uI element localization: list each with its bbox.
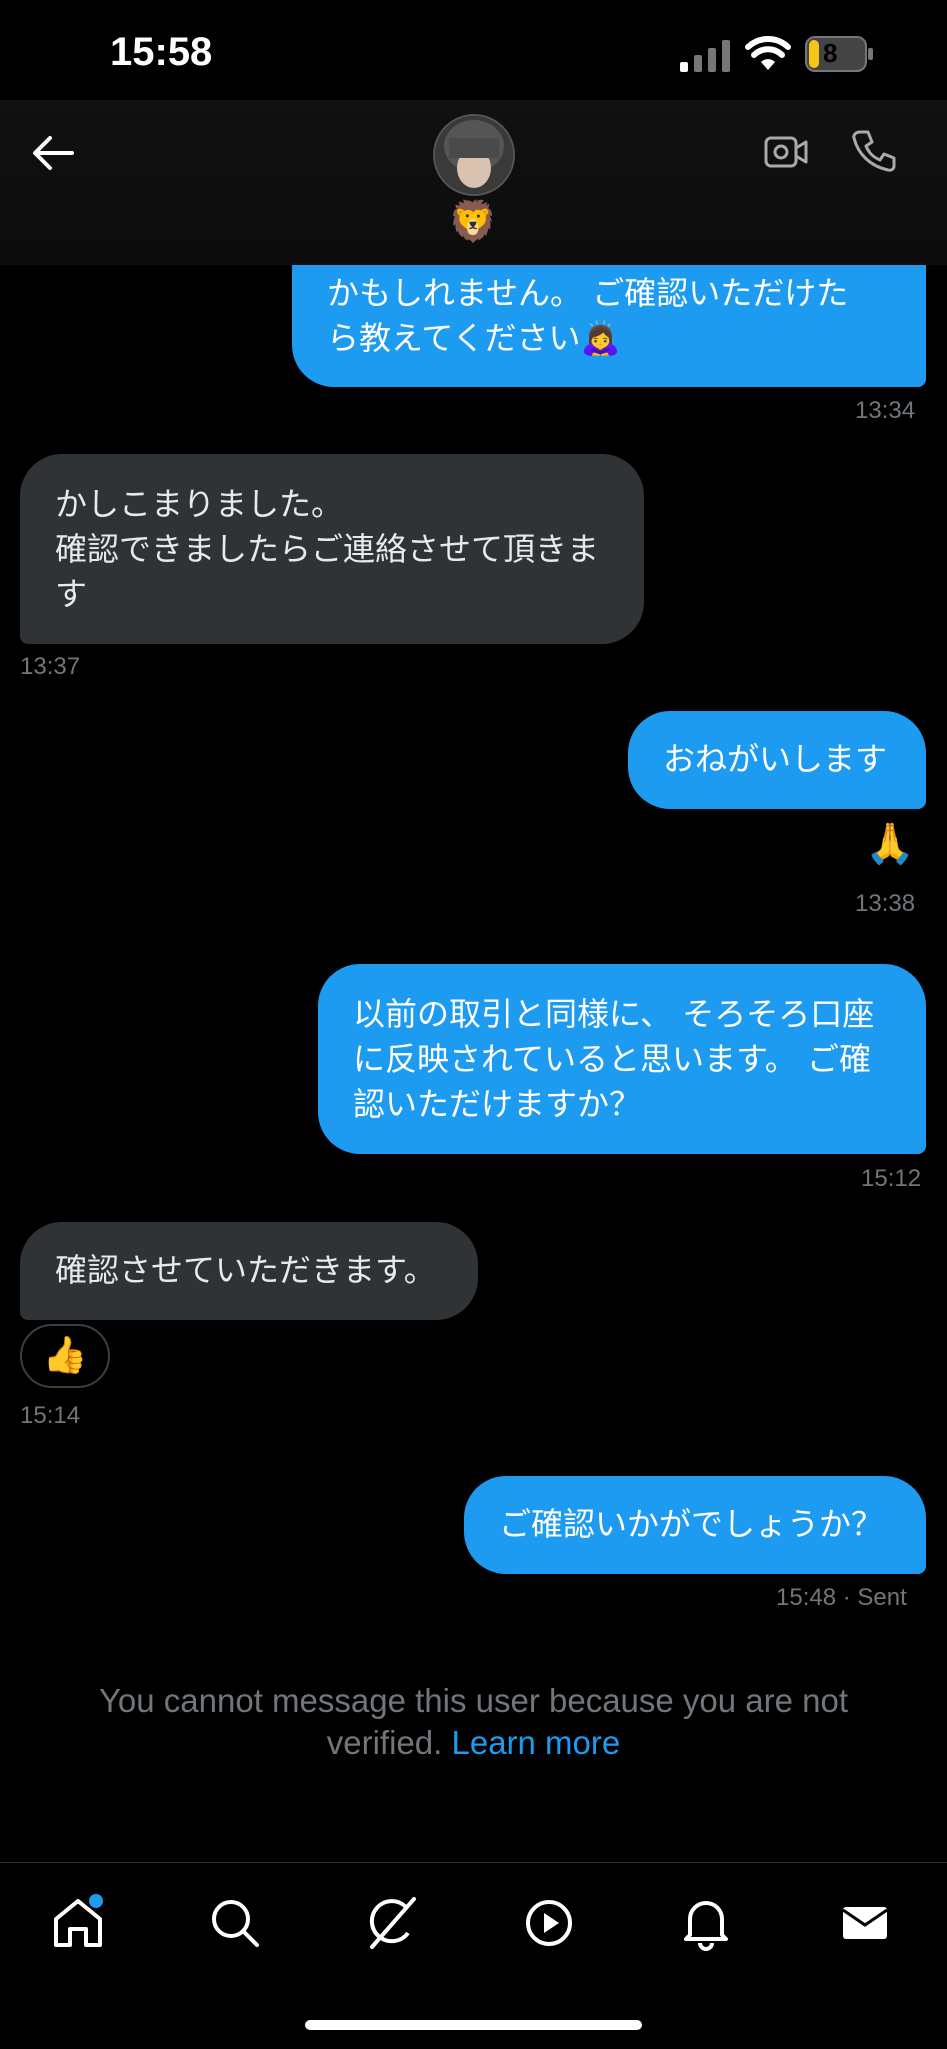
message-text: 確認させていただきます。 bbox=[55, 1251, 436, 1289]
message-text: ら教えてください🙇‍♀️ bbox=[327, 319, 621, 357]
message-text: す bbox=[55, 575, 88, 613]
status-time: 15:58 bbox=[110, 30, 213, 74]
status-bar: 15:58 8 bbox=[0, 0, 947, 110]
search-icon[interactable] bbox=[205, 1893, 265, 1953]
messages-icon[interactable] bbox=[835, 1893, 895, 1953]
message-bubble-outgoing[interactable]: かもしれません。 ご確認いただけた ら教えてください🙇‍♀️ bbox=[292, 265, 926, 387]
message-bubble-incoming[interactable]: かしこまりました。 確認できましたらご連絡させて頂きま す bbox=[20, 454, 644, 644]
message-status: · Sent bbox=[842, 1584, 907, 1611]
cannot-message-notice: You cannot message this user because you… bbox=[40, 1680, 907, 1764]
message-text: 以前の取引と同様に、 そろそろ口座 bbox=[353, 995, 875, 1033]
wifi-icon bbox=[745, 36, 791, 70]
learn-more-link[interactable]: Learn more bbox=[451, 1724, 620, 1761]
message-timestamp: 13:37 bbox=[20, 653, 81, 680]
message-timestamp: 15:12 bbox=[861, 1165, 922, 1192]
contact-badge-emoji: 🦁 bbox=[448, 199, 498, 245]
message-bubble-outgoing[interactable]: ご確認いかがでしょうか？ bbox=[464, 1476, 926, 1574]
message-text: かしこまりました。 bbox=[55, 485, 344, 523]
message-text: に反映されていると思います。 ご確 bbox=[353, 1040, 872, 1078]
message-text: かもしれません。 ご確認いただけた bbox=[327, 274, 849, 312]
home-icon[interactable] bbox=[48, 1893, 108, 1953]
message-bubble-outgoing[interactable]: おねがいします bbox=[628, 711, 926, 809]
message-timestamp: 15:48 · Sent bbox=[776, 1584, 907, 1612]
conversation-header: 🦁 bbox=[0, 100, 947, 265]
message-reaction[interactable]: 🙏 bbox=[865, 820, 915, 867]
battery-level: 8 bbox=[823, 38, 838, 68]
video-call-icon[interactable] bbox=[762, 128, 810, 176]
grok-icon[interactable] bbox=[362, 1893, 422, 1953]
home-indicator[interactable] bbox=[305, 2020, 642, 2030]
message-timestamp: 13:34 bbox=[855, 397, 916, 424]
message-timestamp: 15:14 bbox=[20, 1402, 81, 1429]
thumbs-up-icon: 👍 bbox=[42, 1335, 88, 1376]
message-text: ご確認いかがでしょうか？ bbox=[499, 1505, 884, 1543]
notifications-icon[interactable] bbox=[676, 1893, 736, 1953]
message-text: 確認できましたらご連絡させて頂きま bbox=[55, 530, 600, 568]
message-text: 認いただけますか？ bbox=[353, 1085, 642, 1123]
contact-avatar[interactable] bbox=[433, 114, 515, 196]
message-timestamp: 13:38 bbox=[855, 890, 916, 917]
video-icon[interactable] bbox=[519, 1893, 579, 1953]
message-text: おねがいします bbox=[663, 740, 888, 778]
battery-icon: 8 bbox=[805, 36, 875, 72]
message-time: 15:48 bbox=[776, 1584, 837, 1611]
message-reaction[interactable]: 👍 bbox=[20, 1324, 110, 1388]
message-bubble-outgoing[interactable]: 以前の取引と同様に、 そろそろ口座 に反映されていると思います。 ご確 認いただ… bbox=[318, 964, 926, 1154]
cellular-signal-icon bbox=[680, 40, 730, 72]
back-arrow-icon[interactable] bbox=[30, 130, 76, 176]
message-bubble-incoming[interactable]: 確認させていただきます。 bbox=[20, 1222, 478, 1320]
phone-call-icon[interactable] bbox=[850, 126, 898, 174]
